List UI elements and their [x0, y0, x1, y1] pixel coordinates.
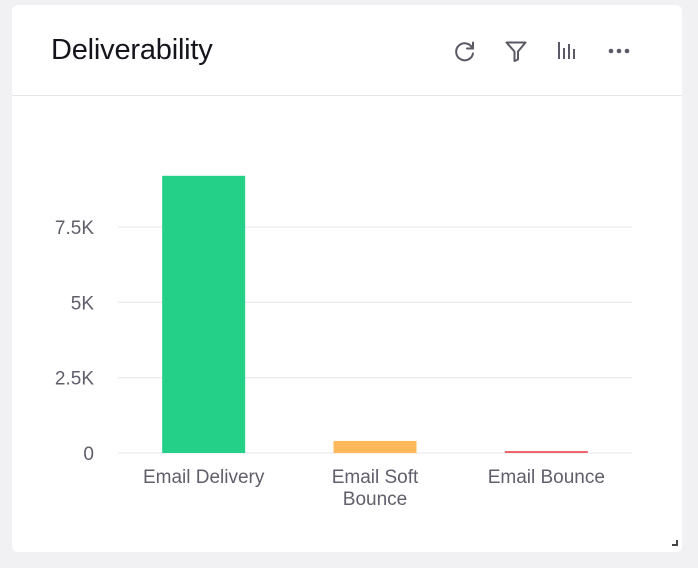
y-tick-label: 7.5K — [55, 218, 94, 239]
x-tick-label: Email Delivery — [143, 467, 265, 488]
y-tick-label: 5K — [71, 293, 95, 314]
bar-email-bounce[interactable] — [504, 451, 588, 453]
x-tick-label: Email Bounce — [488, 467, 605, 488]
x-tick-label: Bounce — [343, 489, 407, 510]
x-tick-label: Email Soft — [332, 467, 419, 488]
resize-handle[interactable] — [672, 540, 678, 546]
bar-chart: 0 2.5K 5K 7.5K Email Delivery Email SoftBounc… — [55, 175, 632, 510]
deliverability-widget: Deliverability 0 2.5K 5K 7.5K Email Deli… — [12, 5, 682, 552]
y-tick-label: 0 — [83, 444, 94, 465]
bar-email-soft-bounce[interactable] — [333, 440, 417, 453]
y-tick-label: 2.5K — [55, 369, 94, 390]
bar-email-delivery[interactable] — [162, 175, 246, 453]
